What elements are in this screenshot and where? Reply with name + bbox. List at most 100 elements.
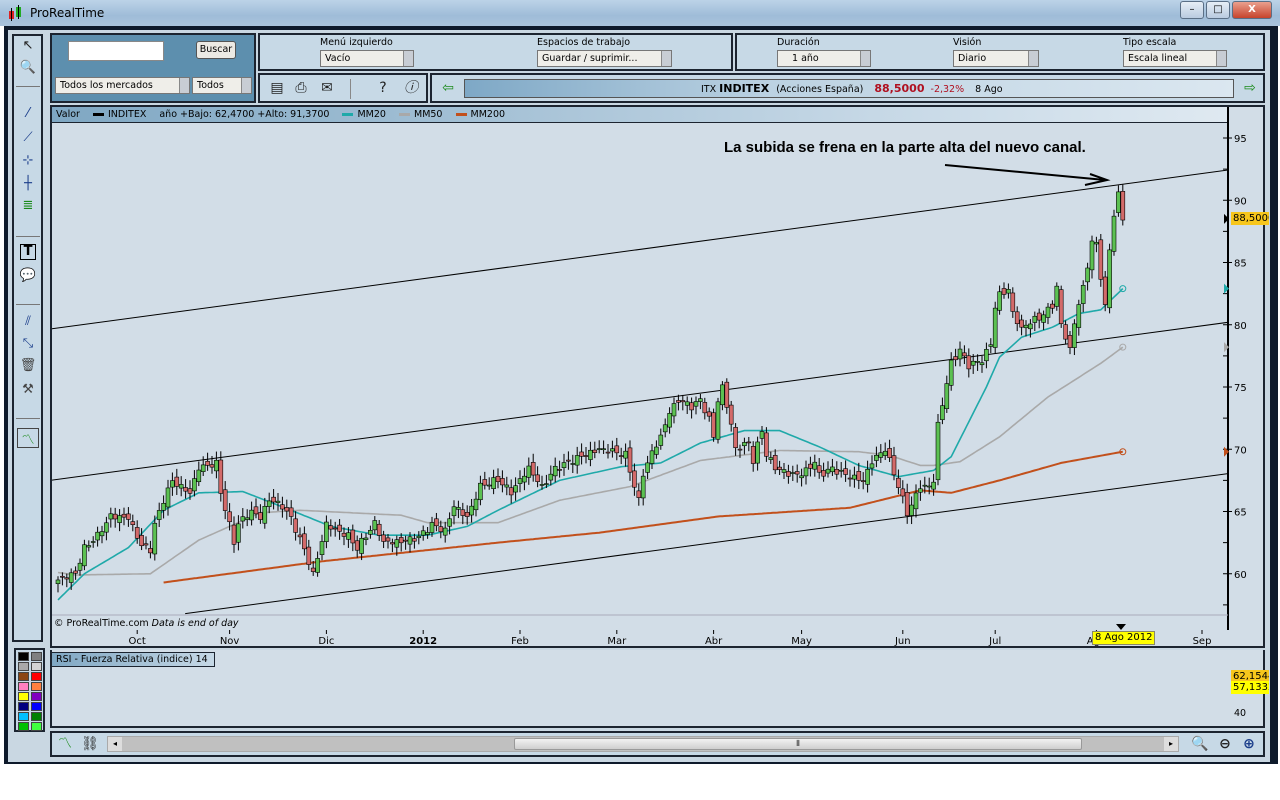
candle-body xyxy=(130,521,136,526)
candle-body xyxy=(86,545,92,548)
candle-body xyxy=(161,503,166,511)
candle-body xyxy=(988,344,994,347)
candle-body xyxy=(310,567,316,572)
candle-body xyxy=(755,441,760,464)
candle-body xyxy=(838,469,844,472)
candle-body xyxy=(359,537,364,554)
candle-body xyxy=(412,538,417,542)
candle-body xyxy=(662,424,668,433)
candle-body xyxy=(1120,191,1126,221)
candle-body xyxy=(328,525,334,530)
candle-body xyxy=(728,404,734,425)
candle-body xyxy=(192,478,197,492)
candle-body xyxy=(478,482,483,501)
scroll-left-arrow[interactable]: ◂ xyxy=(108,737,122,751)
candle-body xyxy=(909,504,914,516)
cursor-marker xyxy=(1116,624,1126,630)
candle-body xyxy=(931,481,936,490)
x-tick-label: Nov xyxy=(220,636,240,647)
candle-body xyxy=(596,448,602,450)
candle-body xyxy=(218,459,224,494)
candle-body xyxy=(645,462,650,473)
candle-body xyxy=(632,470,637,488)
candle-body xyxy=(830,466,835,473)
candle-body xyxy=(1036,312,1042,321)
copyright-text: © ProRealTime.com xyxy=(54,618,149,629)
candle-body xyxy=(1006,289,1011,294)
candle-body xyxy=(1072,323,1077,348)
candle-body xyxy=(258,512,263,520)
cursor-date-label: 8 Ago 2012 xyxy=(1092,631,1156,645)
horizontal-scrollbar[interactable]: ◂ ⦀ ▸ xyxy=(107,736,1179,752)
candle-body xyxy=(904,492,910,517)
candle-body xyxy=(205,461,210,466)
bottom-toolbar: 〽 ⛓ ◂ ⦀ ▸ 🔍 ⊖ ⊕ xyxy=(50,731,1265,757)
candle-body xyxy=(126,513,131,520)
candle-body xyxy=(926,485,932,488)
candle-body xyxy=(852,474,857,480)
rsi-tick-40: 40 xyxy=(1234,708,1247,719)
candle-body xyxy=(486,484,492,487)
candle-body xyxy=(324,521,329,542)
plot-group xyxy=(52,169,1228,615)
scroll-right-arrow[interactable]: ▸ xyxy=(1164,737,1178,751)
candle-body xyxy=(55,579,61,585)
candle-body xyxy=(1050,303,1055,309)
candle-body xyxy=(266,500,272,507)
candle-body xyxy=(420,530,426,536)
candle-body xyxy=(667,413,672,428)
candle-body xyxy=(1045,306,1051,318)
candle-body xyxy=(552,465,558,477)
candle-body xyxy=(390,542,395,545)
candle-body xyxy=(508,487,514,496)
channel-line xyxy=(185,473,1228,615)
candle-body xyxy=(90,541,96,543)
candle-body xyxy=(82,544,87,567)
candle-body xyxy=(579,451,584,457)
candle-body xyxy=(601,448,606,451)
zoom-fit-icon[interactable]: 🔍 xyxy=(1189,733,1211,755)
candle-body xyxy=(200,464,206,472)
candle-body xyxy=(724,381,730,408)
candle-body xyxy=(354,540,360,551)
candle-body xyxy=(403,539,408,542)
annotation-arrow xyxy=(944,164,1111,186)
candle-body xyxy=(491,477,496,489)
candle-body xyxy=(104,522,109,533)
scrollbar-thumb[interactable]: ⦀ xyxy=(514,738,1082,750)
candle-body xyxy=(1058,289,1064,324)
x-tick-label: Sep xyxy=(1193,636,1212,647)
y-tick-label: 65 xyxy=(1234,508,1247,519)
chart-annotation[interactable]: La subida se frena en la parte alta del … xyxy=(724,139,1086,156)
candle-body xyxy=(460,509,466,516)
candle-body xyxy=(614,445,620,454)
candle-body xyxy=(1010,292,1016,312)
candle-body xyxy=(1028,323,1033,330)
candle-body xyxy=(429,522,435,533)
y-tick-label: 75 xyxy=(1234,383,1247,394)
candle-body xyxy=(1019,319,1024,328)
candle-body xyxy=(275,500,281,503)
candle-body xyxy=(874,454,879,461)
candle-body xyxy=(1089,240,1095,271)
candle-body xyxy=(522,475,527,483)
candle-body xyxy=(297,534,303,538)
candle-body xyxy=(495,475,501,483)
link-icon[interactable]: ⛓ xyxy=(80,733,100,755)
candle-body xyxy=(262,505,268,524)
candle-body xyxy=(350,529,356,544)
x-tick-label: Abr xyxy=(705,636,723,647)
candle-body xyxy=(865,469,870,485)
candle-body xyxy=(869,463,875,469)
candle-body xyxy=(451,506,457,517)
add-indicator-icon[interactable]: 〽 xyxy=(54,733,76,755)
candle-body xyxy=(715,401,721,440)
rsi-pane[interactable]: RSI - Fuerza Relativa (indice) 14 xyxy=(50,650,1265,728)
candle-body xyxy=(152,522,158,555)
candle-body xyxy=(464,512,470,517)
candle-body xyxy=(139,535,144,547)
zoom-in-icon[interactable]: ⊕ xyxy=(1238,733,1260,755)
candle-body xyxy=(825,468,831,474)
candle-body xyxy=(970,360,976,366)
zoom-out-icon[interactable]: ⊖ xyxy=(1214,733,1236,755)
